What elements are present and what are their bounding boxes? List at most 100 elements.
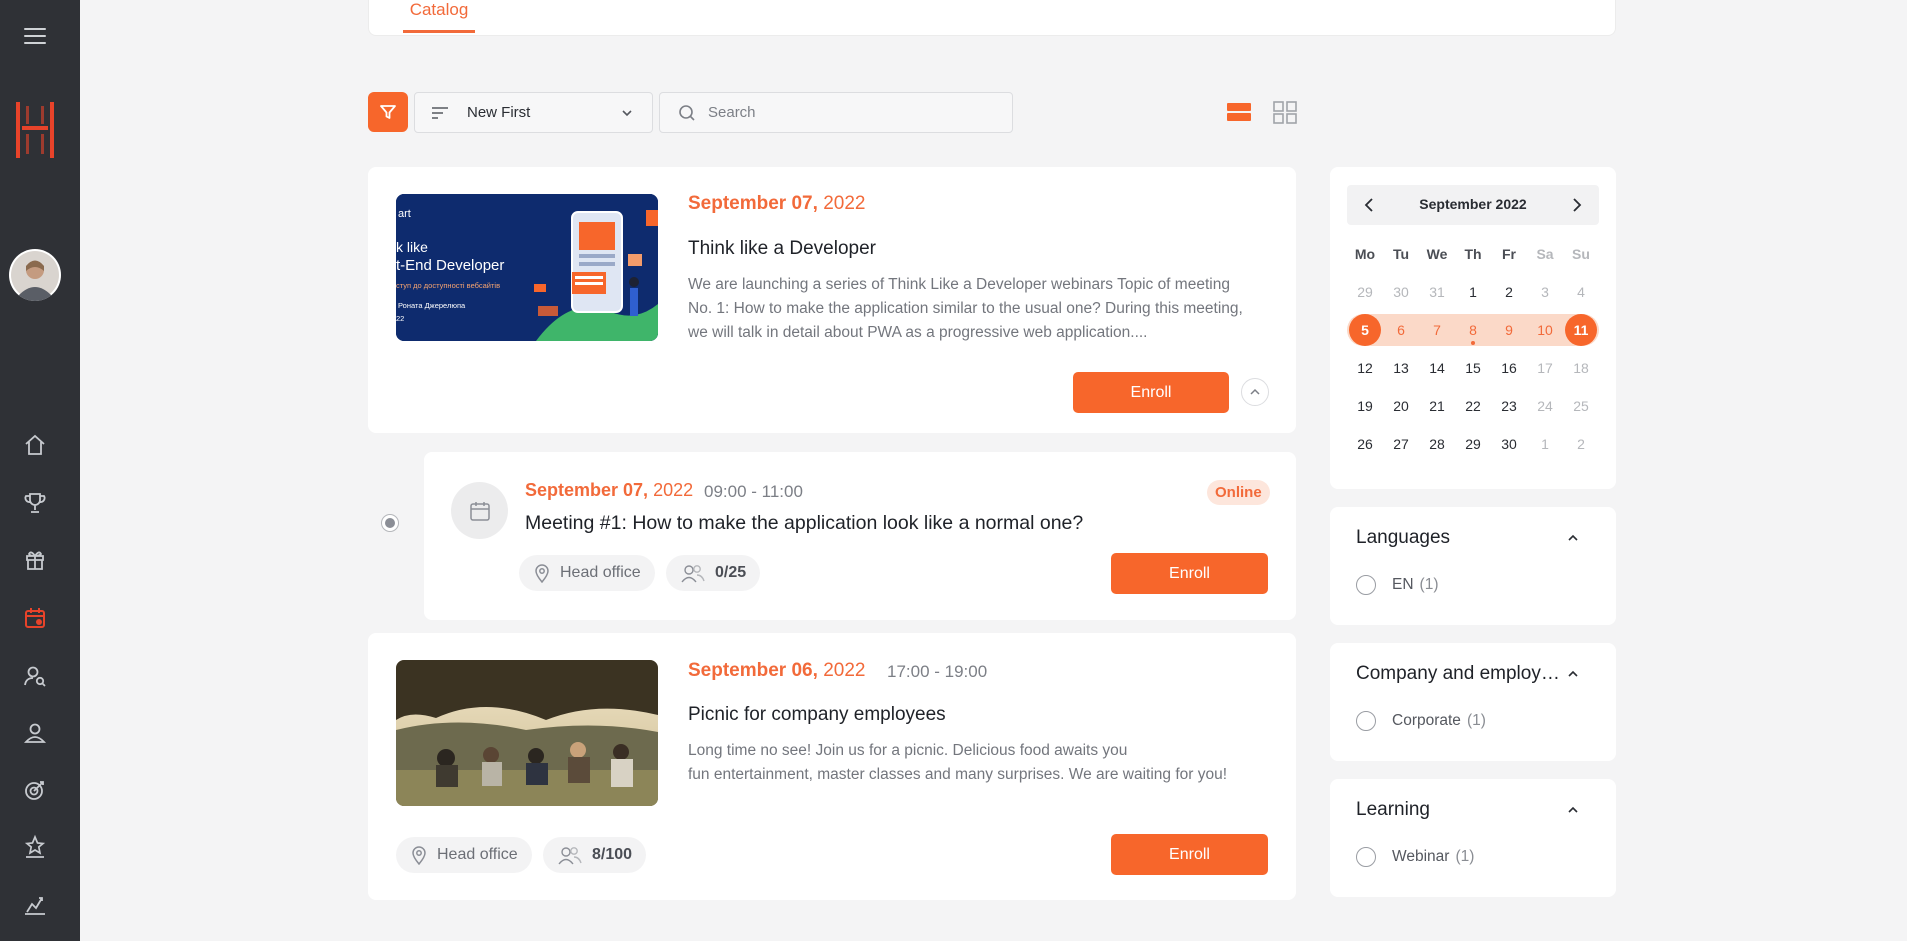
sidebar (0, 0, 80, 941)
calendar-day[interactable]: 23 (1491, 390, 1527, 422)
calendar-day-range-end[interactable]: 11 (1563, 314, 1599, 346)
calendar-day[interactable]: 17 (1527, 352, 1563, 384)
calendar-day[interactable]: 26 (1347, 428, 1383, 460)
calendar-day[interactable]: 4 (1563, 276, 1599, 308)
search-input[interactable] (708, 104, 988, 121)
chart-icon[interactable] (22, 892, 48, 918)
radio-button[interactable] (1356, 575, 1376, 595)
calendar-day[interactable]: 24 (1527, 390, 1563, 422)
calendar-day[interactable]: 7 (1419, 314, 1455, 346)
chevron-right-icon[interactable] (1567, 196, 1585, 214)
calendar-grid: Mo Tu We Th Fr Sa Su 29 30 31 1 2 3 4 5 … (1347, 235, 1599, 463)
thumbnail-text: k like (396, 239, 428, 255)
location-chip: Head office (396, 837, 532, 873)
calendar-day[interactable]: 2 (1563, 428, 1599, 460)
enroll-button[interactable]: Enroll (1073, 372, 1229, 413)
sort-select-value: New First (467, 104, 531, 121)
target-icon[interactable] (22, 777, 48, 803)
enroll-button[interactable]: Enroll (1111, 834, 1268, 875)
event-thumbnail[interactable] (396, 660, 658, 806)
calendar-day[interactable]: 14 (1419, 352, 1455, 384)
weekday-label: Su (1572, 246, 1590, 262)
calendar-day[interactable]: 28 (1419, 428, 1455, 460)
calendar-day[interactable]: 13 (1383, 352, 1419, 384)
session-title[interactable]: Meeting #1: How to make the application … (525, 512, 1083, 535)
event-dot (1471, 341, 1475, 345)
calendar-day[interactable]: 27 (1383, 428, 1419, 460)
calendar-day[interactable]: 22 (1455, 390, 1491, 422)
radio-button[interactable] (1356, 847, 1376, 867)
calendar-day[interactable]: 10 (1527, 314, 1563, 346)
calendar-day[interactable]: 29 (1347, 276, 1383, 308)
calendar-day[interactable]: 12 (1347, 352, 1383, 384)
grid-view-icon[interactable] (1273, 100, 1297, 124)
calendar-day[interactable]: 8 (1455, 314, 1491, 346)
gift-icon[interactable] (22, 547, 48, 573)
filter-title[interactable]: Company and employees (1356, 663, 1566, 685)
calendar-header: September 2022 (1347, 185, 1599, 225)
seats-chip: 8/100 (543, 837, 647, 873)
calendar-day[interactable]: 25 (1563, 390, 1599, 422)
event-thumbnail[interactable]: art k like t-End Developer ступ до досту… (396, 194, 658, 341)
avatar[interactable] (9, 249, 61, 301)
location-pin-icon (535, 564, 549, 583)
calendar-day[interactable]: 31 (1419, 276, 1455, 308)
collapse-button[interactable] (1241, 378, 1269, 406)
event-card[interactable]: September 06, 2022 17:00 - 19:00 Picnic … (368, 633, 1296, 900)
chevron-up-icon[interactable] (1566, 531, 1580, 545)
calendar-day[interactable]: 3 (1527, 276, 1563, 308)
event-title[interactable]: Think like a Developer (688, 238, 876, 260)
chevron-down-icon (622, 110, 632, 117)
event-description: We are launching a series of Think Like … (688, 276, 1243, 341)
filter-title[interactable]: Learning (1356, 799, 1566, 821)
calendar-day[interactable]: 18 (1563, 352, 1599, 384)
calendar-day[interactable]: 30 (1491, 428, 1527, 460)
calendar-day[interactable]: 15 (1455, 352, 1491, 384)
filter-icon (380, 105, 396, 119)
filter-panel-company: Company and employees Corporate (1) (1330, 643, 1616, 761)
calendar-day[interactable]: 21 (1419, 390, 1455, 422)
event-title[interactable]: Picnic for company employees (688, 704, 946, 726)
chevron-up-icon[interactable] (1566, 803, 1580, 817)
calendar-icon[interactable] (22, 605, 48, 631)
list-view-icon[interactable] (1227, 100, 1251, 124)
trophy-icon[interactable] (22, 490, 48, 516)
calendar-day[interactable]: 19 (1347, 390, 1383, 422)
search-box[interactable] (659, 92, 1013, 133)
filter-panel-languages: Languages EN (1) (1330, 507, 1616, 625)
weekday-label: Th (1464, 246, 1482, 262)
calendar-day[interactable]: 1 (1527, 428, 1563, 460)
weekday-label: We (1426, 246, 1448, 262)
event-time: 17:00 - 19:00 (887, 662, 988, 681)
calendar-day[interactable]: 6 (1383, 314, 1419, 346)
filter-button[interactable] (368, 92, 408, 132)
tab-catalog[interactable]: Catalog (403, 0, 475, 33)
calendar-day[interactable]: 20 (1383, 390, 1419, 422)
calendar-day[interactable]: 9 (1491, 314, 1527, 346)
calendar-weekday-row: Mo Tu We Th Fr Sa Su (1347, 235, 1599, 273)
filter-title[interactable]: Languages (1356, 527, 1566, 549)
logo-icon[interactable] (14, 100, 56, 160)
chevron-up-icon[interactable] (1566, 667, 1580, 681)
filter-option[interactable]: Webinar (1) (1356, 847, 1474, 867)
radio-button[interactable] (1356, 711, 1376, 731)
calendar-day[interactable]: 16 (1491, 352, 1527, 384)
session-card[interactable]: September 07, 2022 09:00 - 11:00 Online … (424, 452, 1296, 620)
sort-select[interactable]: New First (414, 92, 653, 133)
calendar-day[interactable]: 30 (1383, 276, 1419, 308)
filter-option[interactable]: Corporate (1) (1356, 711, 1486, 731)
calendar-day-range-start[interactable]: 5 (1347, 314, 1383, 346)
calendar-day[interactable]: 2 (1491, 276, 1527, 308)
home-icon[interactable] (22, 432, 48, 458)
menu-icon[interactable] (24, 28, 46, 46)
thumbnail-text: ступ до доступності вебсайтів (396, 281, 501, 290)
user-search-icon[interactable] (22, 663, 48, 689)
event-card[interactable]: art k like t-End Developer ступ до досту… (368, 167, 1296, 433)
stars-icon[interactable] (22, 834, 48, 860)
enroll-button[interactable]: Enroll (1111, 553, 1268, 594)
session-radio[interactable] (381, 514, 399, 532)
calendar-day[interactable]: 29 (1455, 428, 1491, 460)
calendar-day[interactable]: 1 (1455, 276, 1491, 308)
user-icon[interactable] (22, 720, 48, 746)
filter-option[interactable]: EN (1) (1356, 575, 1439, 595)
